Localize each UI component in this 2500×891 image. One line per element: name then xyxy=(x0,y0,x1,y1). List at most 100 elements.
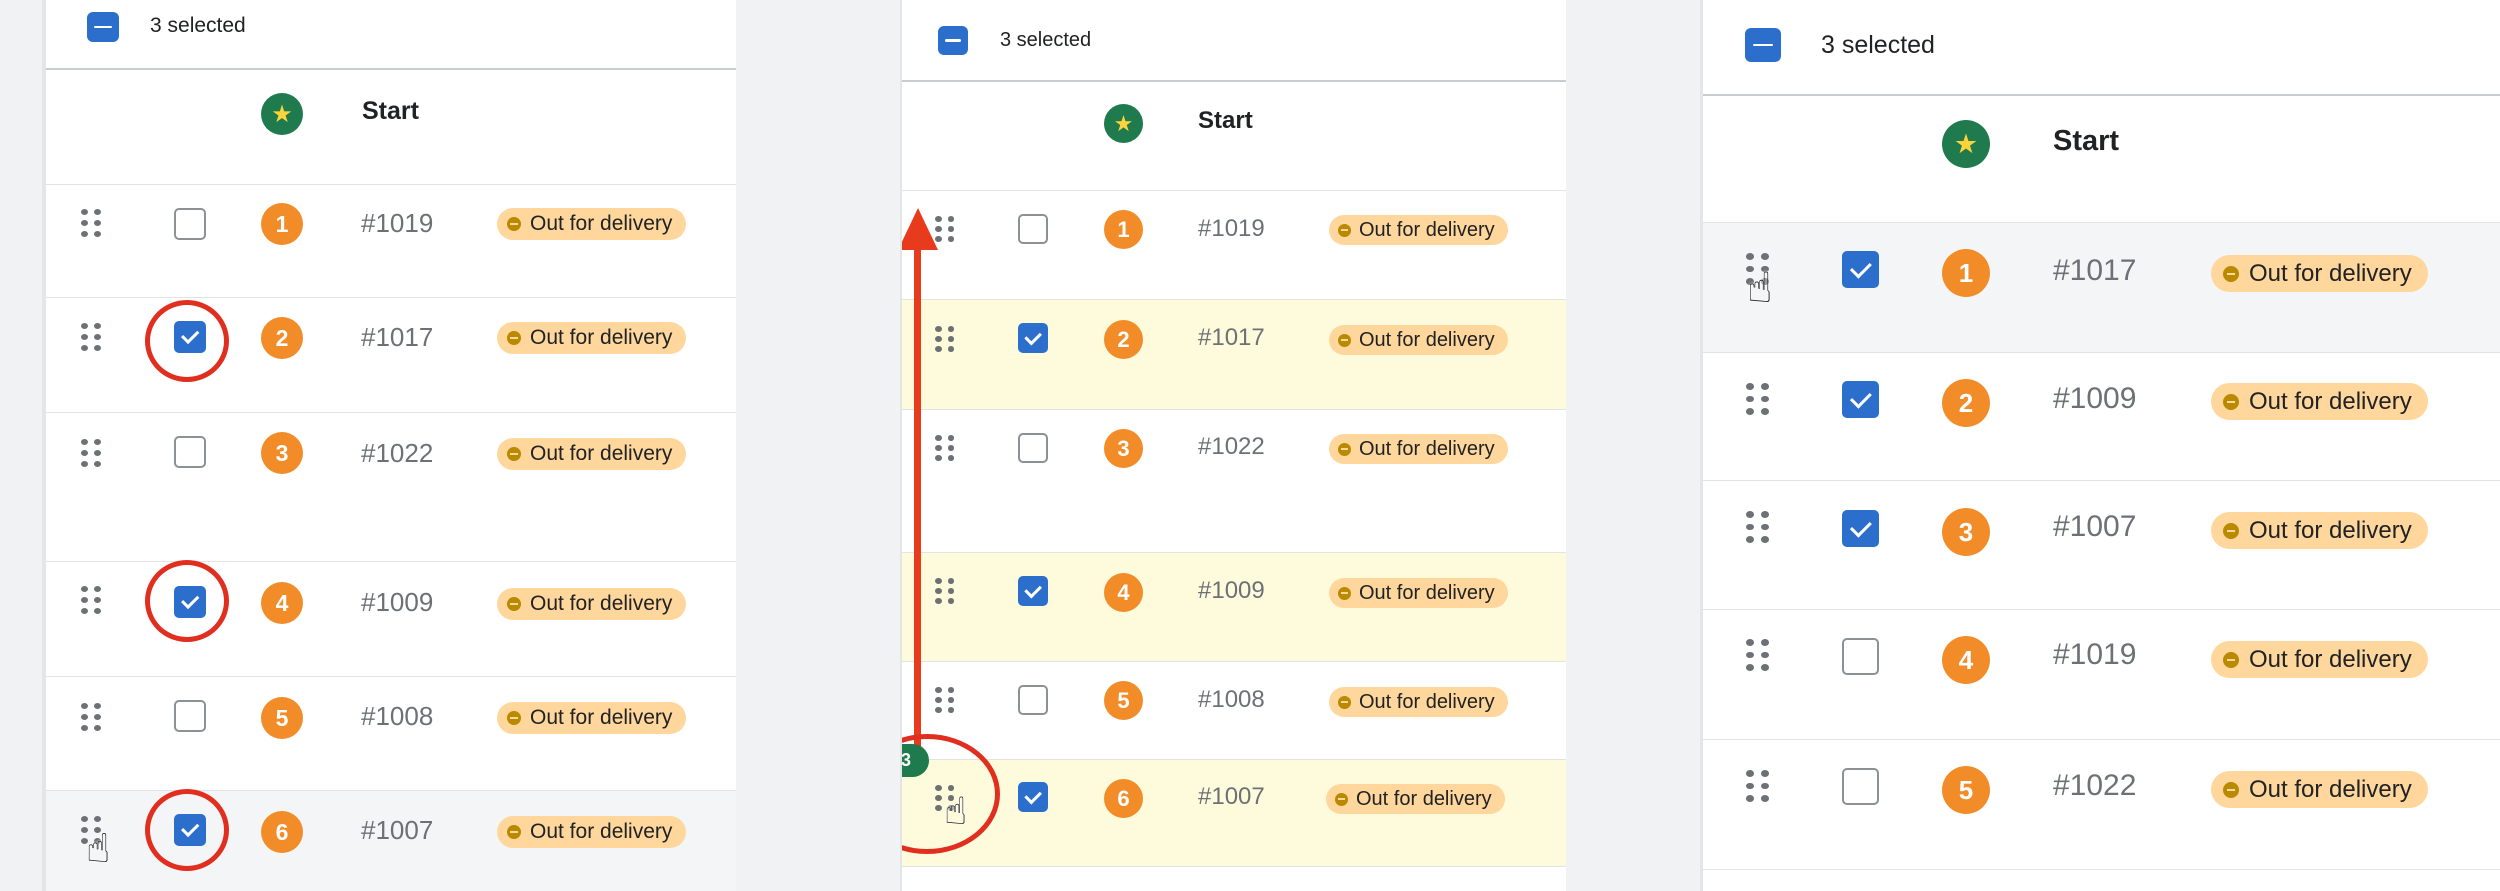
order-number[interactable]: #1009 xyxy=(1198,577,1265,605)
position-badge: 3 xyxy=(261,432,303,474)
drag-handle-icon[interactable] xyxy=(81,439,101,467)
row-checkbox[interactable] xyxy=(1842,251,1879,288)
bulk-deselect-checkbox[interactable] xyxy=(87,12,119,42)
row-checkbox[interactable] xyxy=(1018,576,1048,606)
bulk-deselect-checkbox[interactable] xyxy=(938,26,968,55)
bulk-actions-header: 3 selected xyxy=(1703,0,2500,96)
status-badge: Out for delivery xyxy=(497,208,687,240)
row-checkbox[interactable] xyxy=(1018,323,1048,353)
drag-handle-icon[interactable] xyxy=(935,326,954,352)
row-checkbox[interactable] xyxy=(1842,638,1879,675)
status-badge: Out for delivery xyxy=(1329,434,1508,464)
order-number[interactable]: #1008 xyxy=(1198,686,1265,714)
order-number[interactable]: #1019 xyxy=(361,208,433,239)
hand-cursor-icon: ☝ xyxy=(1747,263,1773,312)
table-row[interactable]: 2 #1017 Out for delivery xyxy=(902,300,1566,410)
column-start-label: Start xyxy=(2053,125,2120,157)
row-checkbox[interactable] xyxy=(1018,214,1048,244)
table-row[interactable]: 4 #1019 Out for delivery xyxy=(1703,610,2500,740)
drag-handle-icon[interactable] xyxy=(81,323,101,351)
row-checkbox[interactable] xyxy=(1842,381,1879,418)
position-badge: 5 xyxy=(261,697,303,739)
drag-handle-icon[interactable] xyxy=(935,578,954,604)
position-badge: 3 xyxy=(1942,508,1990,556)
bulk-actions-header: 3 selected xyxy=(46,0,736,70)
table-row[interactable]: 2 #1009 Out for delivery xyxy=(1703,353,2500,481)
status-dot-icon xyxy=(1338,695,1351,709)
drag-handle-icon[interactable] xyxy=(1746,511,1769,543)
drag-handle-icon[interactable] xyxy=(935,435,954,461)
table-row[interactable]: 4 #1009 Out for delivery xyxy=(902,553,1566,662)
table-row[interactable]: 3 #1022 Out for delivery xyxy=(46,413,736,562)
row-checkbox[interactable] xyxy=(174,436,206,468)
position-badge: 4 xyxy=(1104,573,1143,612)
order-number[interactable]: #1017 xyxy=(1198,324,1265,352)
table-row[interactable]: 5 #1008 Out for delivery xyxy=(46,677,736,791)
order-number[interactable]: #1019 xyxy=(2053,638,2136,672)
star-icon[interactable] xyxy=(1942,120,1990,168)
status-label: Out for delivery xyxy=(1359,328,1495,351)
drag-handle-icon[interactable] xyxy=(81,586,101,614)
row-checkbox[interactable] xyxy=(1018,685,1048,715)
row-checkbox[interactable] xyxy=(174,700,206,732)
status-label: Out for delivery xyxy=(530,442,673,465)
row-checkbox[interactable] xyxy=(1842,510,1879,547)
order-number[interactable]: #1022 xyxy=(361,438,433,469)
table-row[interactable]: 1 #1019 Out for delivery xyxy=(902,191,1566,300)
row-checkbox[interactable] xyxy=(1842,768,1879,805)
position-badge: 5 xyxy=(1942,766,1990,814)
position-badge: 5 xyxy=(1104,681,1143,720)
star-icon[interactable] xyxy=(1104,104,1143,143)
column-start-label: Start xyxy=(1198,107,1253,134)
star-icon[interactable] xyxy=(261,93,303,135)
drag-handle-icon[interactable] xyxy=(1746,383,1769,415)
column-start-label: Start xyxy=(362,97,419,125)
drag-handle-icon[interactable] xyxy=(1746,770,1769,802)
status-dot-icon xyxy=(507,331,521,345)
status-dot-icon xyxy=(1338,333,1351,347)
status-dot-icon xyxy=(2223,781,2239,798)
hand-cursor-icon: ☝ xyxy=(944,789,968,833)
table-row[interactable]: 1 #1019 Out for delivery xyxy=(46,185,736,298)
order-number[interactable]: #1022 xyxy=(2053,769,2136,803)
drag-handle-icon[interactable] xyxy=(81,703,101,731)
row-checkbox[interactable] xyxy=(1018,433,1048,463)
table-row[interactable]: 3 #1022 Out for delivery xyxy=(902,410,1566,553)
order-number[interactable]: #1009 xyxy=(2053,382,2136,416)
position-badge: 2 xyxy=(261,317,303,359)
order-number[interactable]: #1007 xyxy=(1198,783,1265,811)
order-number[interactable]: #1017 xyxy=(2053,254,2136,288)
status-dot-icon xyxy=(1335,792,1348,806)
order-number[interactable]: #1008 xyxy=(361,701,433,732)
order-number[interactable]: #1019 xyxy=(1198,215,1265,243)
drag-arrow-head-icon xyxy=(902,208,938,250)
drag-handle-icon[interactable] xyxy=(935,687,954,713)
table-row[interactable]: 1 #1017 Out for delivery ☝ xyxy=(1703,223,2500,353)
row-checkbox[interactable] xyxy=(174,208,206,240)
bulk-actions-header: 3 selected xyxy=(902,0,1566,82)
column-header-row: Start xyxy=(46,70,736,185)
bulk-deselect-checkbox[interactable] xyxy=(1745,28,1781,62)
status-dot-icon xyxy=(2223,393,2239,410)
order-number[interactable]: #1022 xyxy=(1198,433,1265,461)
drag-handle-icon[interactable] xyxy=(1746,639,1769,671)
status-label: Out for delivery xyxy=(530,592,673,615)
status-badge: Out for delivery xyxy=(2211,512,2428,549)
status-badge: Out for delivery xyxy=(497,702,687,734)
order-number[interactable]: #1009 xyxy=(361,587,433,618)
status-label: Out for delivery xyxy=(1359,437,1495,460)
status-badge: Out for delivery xyxy=(2211,383,2428,420)
table-row[interactable]: 5 #1022 Out for delivery xyxy=(1703,740,2500,870)
table-row[interactable]: 5 #1008 Out for delivery xyxy=(902,662,1566,760)
table-row[interactable]: 6 #1007 Out for delivery xyxy=(902,760,1566,867)
position-badge: 1 xyxy=(1942,249,1990,297)
frame-gutter-left xyxy=(0,0,42,891)
table-row[interactable]: 3 #1007 Out for delivery xyxy=(1703,481,2500,610)
order-number[interactable]: #1007 xyxy=(2053,510,2136,544)
drag-handle-icon[interactable] xyxy=(81,209,101,237)
position-badge: 6 xyxy=(261,811,303,853)
row-checkbox[interactable] xyxy=(1018,782,1048,812)
order-number[interactable]: #1017 xyxy=(361,322,433,353)
order-number[interactable]: #1007 xyxy=(361,815,433,846)
position-badge: 2 xyxy=(1942,379,1990,427)
